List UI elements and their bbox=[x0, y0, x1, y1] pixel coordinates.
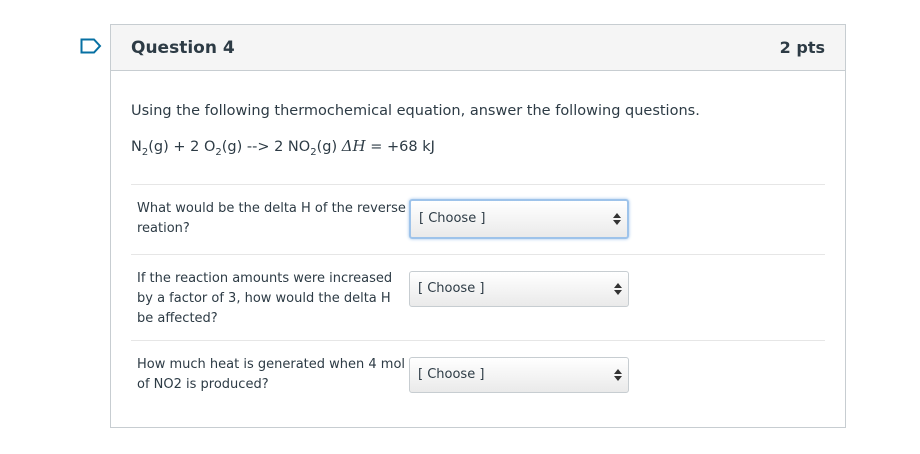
flag-question-icon[interactable] bbox=[80, 38, 102, 54]
matching-question-text: What would be the delta H of the reverse… bbox=[137, 200, 406, 236]
list-item: What would be the delta H of the reverse… bbox=[131, 183, 825, 254]
equation-text: (g) + 2 O bbox=[148, 139, 216, 155]
question-points: 2 pts bbox=[779, 38, 825, 57]
matching-question-text: How much heat is generated when 4 mol of… bbox=[137, 356, 406, 392]
answer-select[interactable]: [ Choose ] bbox=[409, 356, 629, 393]
equation-text: N bbox=[131, 139, 142, 155]
question-card: Question 4 2 pts Using the following the… bbox=[110, 24, 846, 428]
matching-question-text: If the reaction amounts were increased b… bbox=[137, 270, 393, 326]
select-value: [ Choose ] bbox=[418, 281, 485, 297]
question-title: Question 4 bbox=[131, 37, 235, 58]
list-item: How much heat is generated when 4 mol of… bbox=[131, 339, 825, 412]
equation-text: = +68 kJ bbox=[365, 139, 435, 155]
up-down-arrows-icon bbox=[614, 368, 622, 381]
question-header: Question 4 2 pts bbox=[111, 25, 845, 71]
matching-list: What would be the delta H of the reverse… bbox=[131, 183, 825, 412]
list-item: If the reaction amounts were increased b… bbox=[131, 253, 825, 340]
question-body: Using the following thermochemical equat… bbox=[111, 103, 845, 412]
question-intro: Using the following thermochemical equat… bbox=[131, 103, 700, 119]
up-down-arrows-icon bbox=[613, 212, 621, 225]
delta-h-symbol: ΔH bbox=[341, 137, 366, 155]
equation-text: (g) bbox=[316, 139, 342, 155]
equation-text: (g) --> 2 NO bbox=[221, 139, 311, 155]
select-value: [ Choose ] bbox=[419, 211, 486, 227]
thermochemical-equation: N2(g) + 2 O2(g) --> 2 NO2(g) ΔH = +68 kJ bbox=[131, 137, 825, 158]
answer-select[interactable]: [ Choose ] bbox=[409, 198, 629, 239]
answer-select[interactable]: [ Choose ] bbox=[409, 270, 629, 307]
select-value: [ Choose ] bbox=[418, 367, 485, 383]
up-down-arrows-icon bbox=[614, 282, 622, 295]
